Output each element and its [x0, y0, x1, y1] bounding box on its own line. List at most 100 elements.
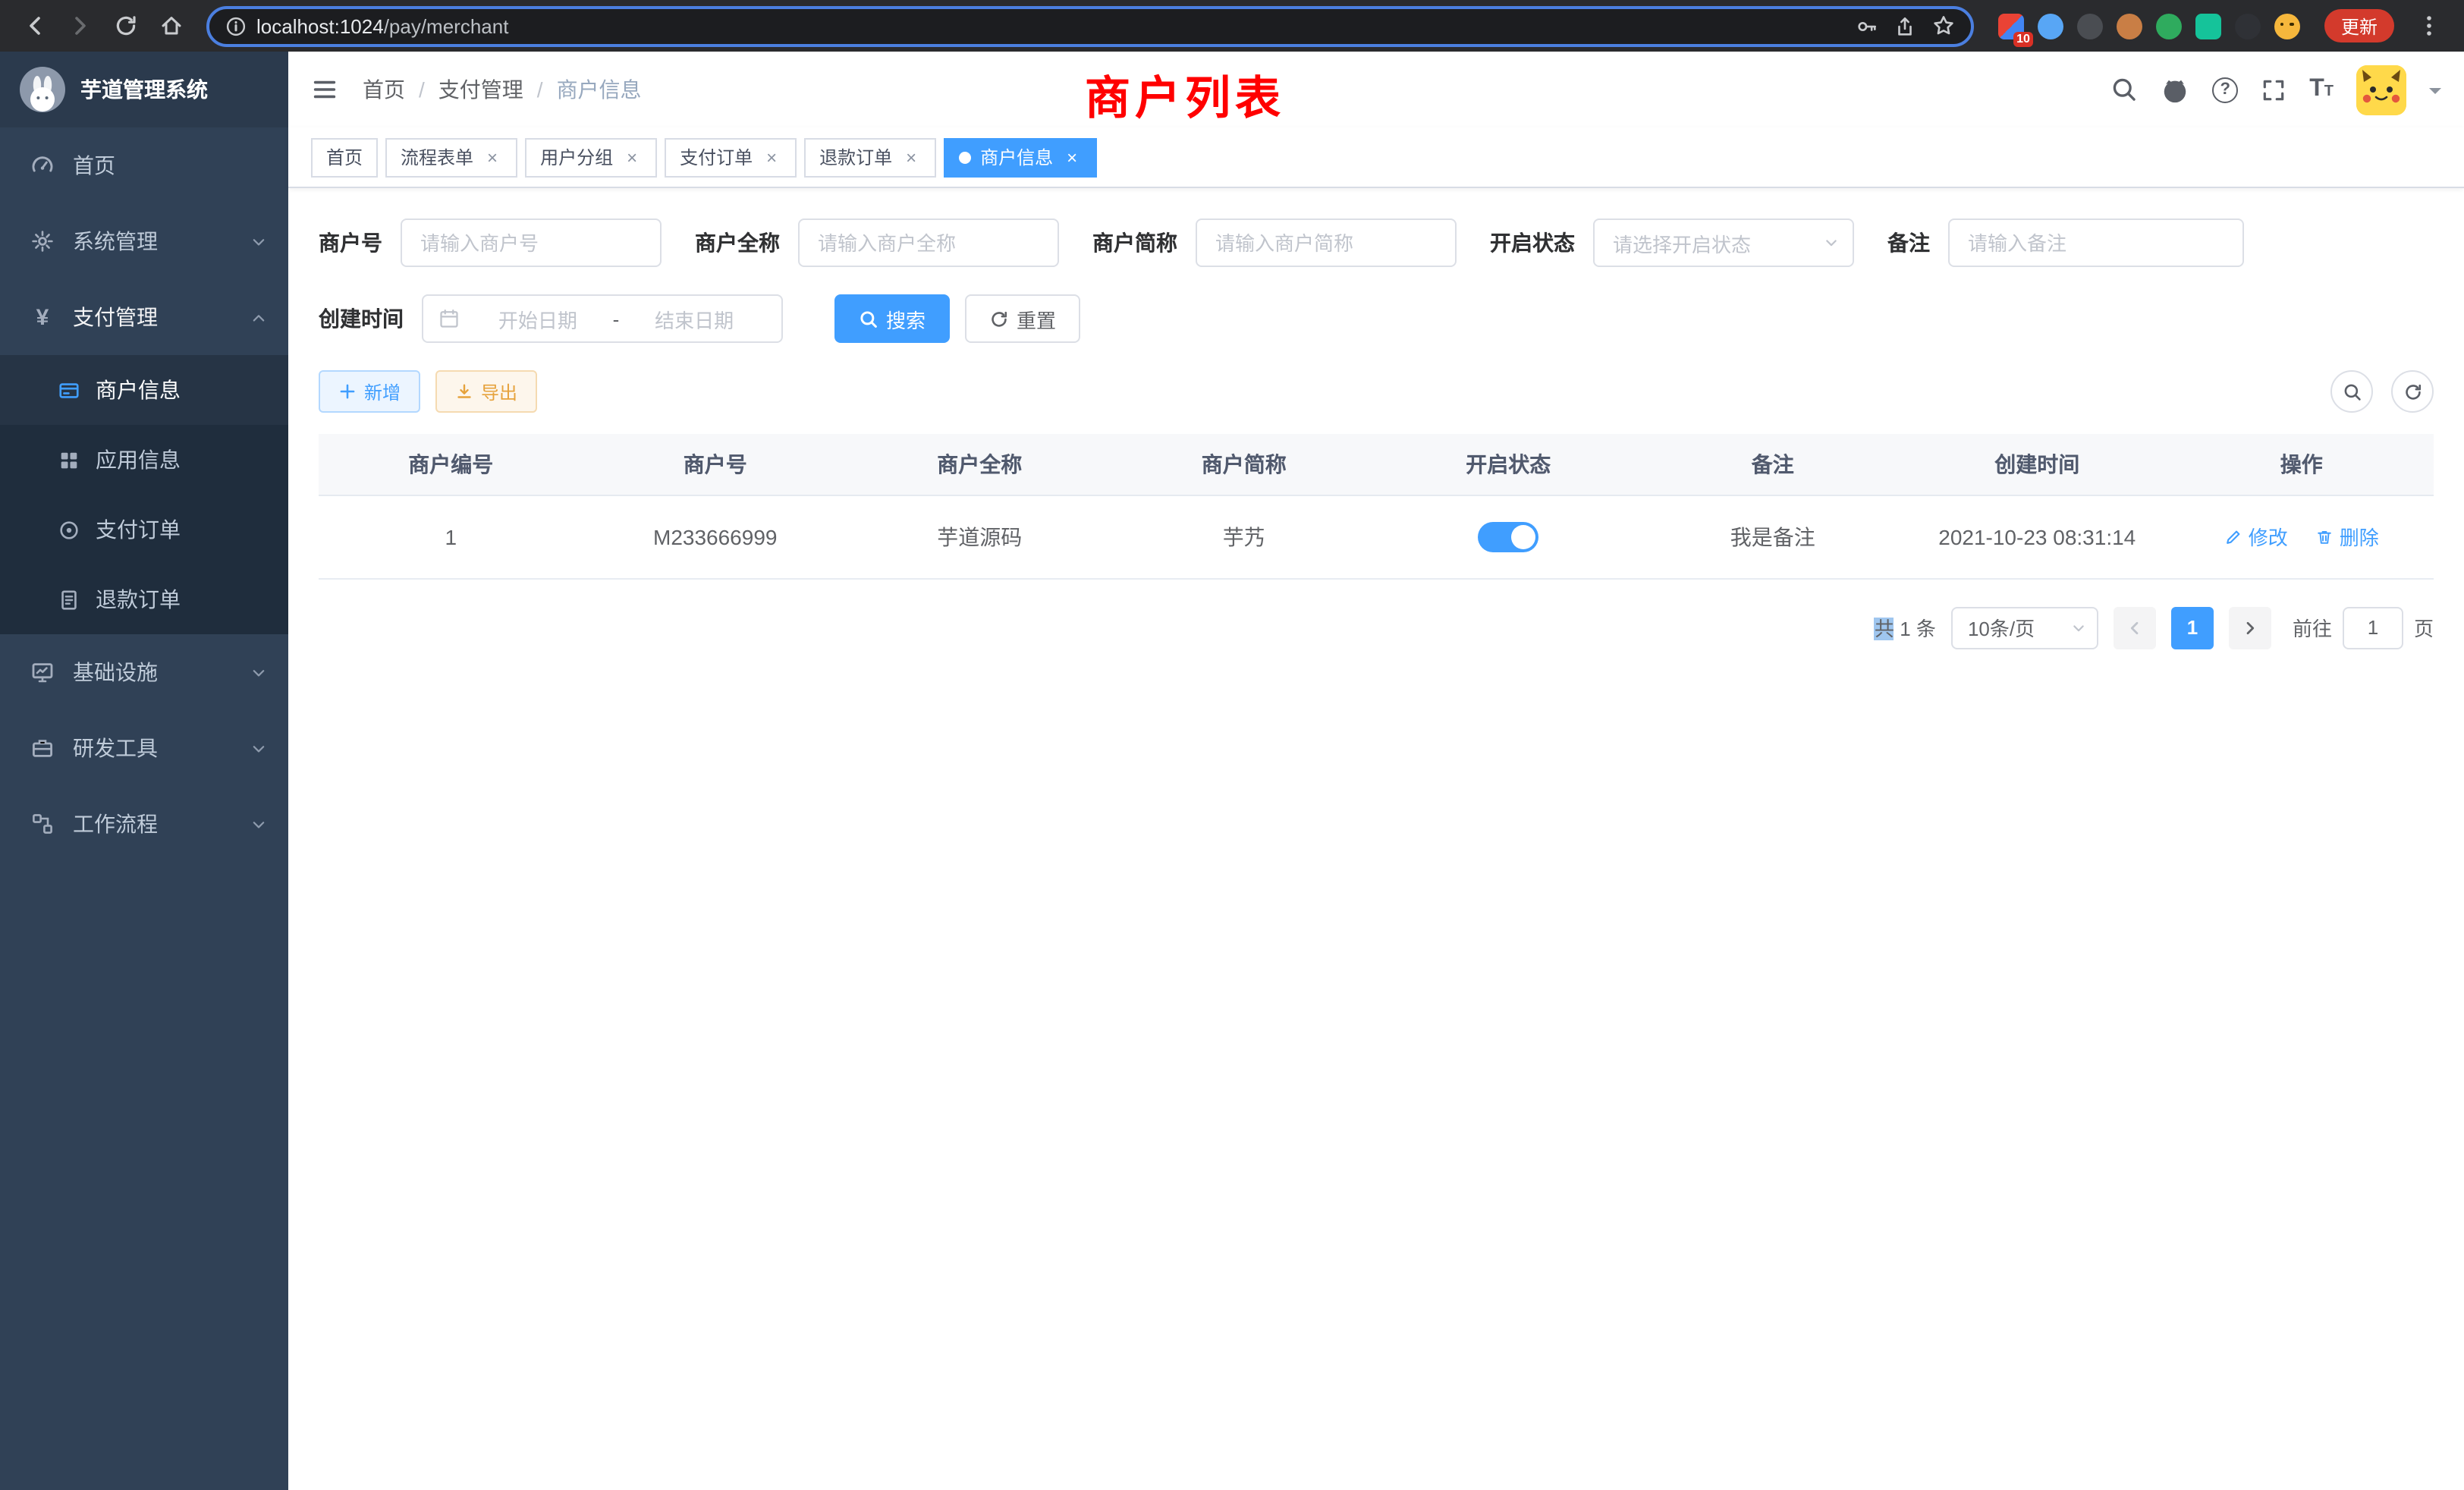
back-button[interactable] [15, 6, 55, 46]
short-name-label: 商户简称 [1092, 228, 1177, 258]
close-icon[interactable] [1062, 147, 1082, 167]
home-button[interactable] [152, 6, 191, 46]
user-avatar[interactable] [2356, 64, 2406, 115]
col-status: 开启状态 [1376, 434, 1641, 495]
toggle-search-button[interactable] [2330, 370, 2373, 413]
edit-link[interactable]: 修改 [2224, 522, 2288, 551]
tab-pay-order[interactable]: 支付订单 [665, 137, 797, 177]
gear-icon [29, 229, 56, 253]
sidebar-item-dev-tools[interactable]: 研发工具 [0, 710, 288, 786]
extension-puzzle-icon[interactable]: 10 [1998, 13, 2024, 39]
sidebar-item-infrastructure[interactable]: 基础设施 [0, 634, 288, 710]
top-navbar: 首页 / 支付管理 / 商户信息 [288, 52, 2464, 127]
extension-drop-icon[interactable] [2038, 13, 2063, 39]
close-icon[interactable] [762, 147, 781, 167]
avatar-dropdown-caret-icon[interactable] [2429, 88, 2441, 100]
status-select[interactable]: 请选择开启状态 [1593, 218, 1854, 267]
calendar-icon [438, 308, 460, 329]
sidebar-toggle-icon[interactable] [311, 76, 338, 103]
chevron-down-icon [250, 664, 267, 681]
page-size-select[interactable]: 10条/页 [1951, 606, 2098, 649]
tab-home[interactable]: 首页 [311, 137, 378, 177]
address-bar[interactable]: localhost:1024/pay/merchant [206, 5, 1974, 46]
status-toggle[interactable] [1478, 521, 1538, 552]
extension-square-icon[interactable] [2195, 13, 2221, 39]
sidebar-item-app-info[interactable]: 应用信息 [0, 425, 288, 495]
github-icon[interactable] [2161, 75, 2189, 104]
tab-refund-order[interactable]: 退款订单 [804, 137, 936, 177]
forward-button[interactable] [61, 6, 100, 46]
breadcrumb-home[interactable]: 首页 [363, 74, 405, 105]
dashboard-icon [29, 153, 56, 178]
merchant-card-icon [56, 379, 80, 401]
table-header-row: 商户编号 商户号 商户全称 商户简称 开启状态 备注 创建时间 操作 [319, 434, 2434, 495]
sidebar-item-label: 首页 [73, 150, 115, 181]
prev-page-button[interactable] [2114, 606, 2156, 649]
tab-merchant-info[interactable]: 商户信息 [944, 137, 1097, 177]
chevron-down-icon [1824, 235, 1839, 250]
yuan-icon [29, 306, 56, 328]
export-button[interactable]: 导出 [435, 370, 537, 413]
browser-menu-icon[interactable] [2409, 6, 2449, 46]
breadcrumb-payment[interactable]: 支付管理 [438, 74, 523, 105]
goto-label: 前往 [2293, 613, 2332, 642]
bookmark-star-icon[interactable] [1931, 14, 1956, 38]
reload-button[interactable] [106, 6, 146, 46]
start-date-placeholder: 开始日期 [466, 304, 610, 333]
sidebar-item-refund-order[interactable]: 退款订单 [0, 564, 288, 634]
close-icon[interactable] [901, 147, 921, 167]
close-icon[interactable] [622, 147, 642, 167]
sidebar-item-workflow[interactable]: 工作流程 [0, 786, 288, 862]
refresh-button[interactable] [2391, 370, 2434, 413]
close-icon[interactable] [482, 147, 502, 167]
grid-icon [56, 448, 80, 471]
page-number-1[interactable]: 1 [2171, 606, 2214, 649]
merchant-no-input[interactable] [401, 218, 662, 267]
update-button[interactable]: 更新 [2324, 9, 2394, 42]
delete-link[interactable]: 删除 [2315, 522, 2379, 551]
extension-badge: 10 [2013, 31, 2033, 46]
url-text: localhost:1024/pay/merchant [256, 14, 508, 37]
tab-user-group[interactable]: 用户分组 [525, 137, 657, 177]
help-icon[interactable] [2212, 77, 2238, 102]
browser-profile-avatar[interactable] [2274, 13, 2300, 39]
sidebar-item-label: 商户信息 [96, 375, 181, 405]
chevron-down-icon [2071, 620, 2086, 635]
sidebar-item-pay-order[interactable]: 支付订单 [0, 495, 288, 564]
table-row: 1 M233666999 芋道源码 芋艿 我是备注 2021-10-23 08:… [319, 495, 2434, 578]
extension-pin-icon[interactable] [2235, 13, 2261, 39]
share-icon[interactable] [1894, 14, 1916, 37]
app-title: 芋道管理系统 [80, 74, 208, 105]
password-key-icon[interactable] [1856, 14, 1878, 37]
sidebar: 芋道管理系统 首页 系统管理 支付管理 商户信息 [0, 52, 288, 1490]
full-name-input[interactable] [798, 218, 1059, 267]
create-time-range-picker[interactable]: 开始日期 - 结束日期 [422, 294, 783, 343]
extension-green-icon[interactable] [2156, 13, 2182, 39]
short-name-input[interactable] [1196, 218, 1457, 267]
cell-remark: 我是备注 [1641, 495, 1906, 578]
font-size-icon[interactable] [2309, 77, 2334, 102]
search-button[interactable]: 搜索 [834, 294, 950, 343]
col-remark: 备注 [1641, 434, 1906, 495]
sidebar-item-system[interactable]: 系统管理 [0, 203, 288, 279]
fullscreen-icon[interactable] [2261, 77, 2286, 102]
remark-input[interactable] [1948, 218, 2244, 267]
workflow-icon [29, 812, 56, 836]
site-info-icon[interactable] [225, 14, 247, 37]
sidebar-item-home[interactable]: 首页 [0, 127, 288, 203]
extension-avatar-icon[interactable] [2117, 13, 2142, 39]
app-logo[interactable]: 芋道管理系统 [0, 52, 288, 127]
search-icon[interactable] [2110, 76, 2138, 103]
cell-short-name: 芋艿 [1112, 495, 1377, 578]
sidebar-item-payment[interactable]: 支付管理 [0, 279, 288, 355]
next-page-button[interactable] [2229, 606, 2271, 649]
document-icon [56, 588, 80, 611]
extension-dark-icon[interactable] [2077, 13, 2103, 39]
add-button[interactable]: 新增 [319, 370, 420, 413]
cell-create-time: 2021-10-23 08:31:14 [1905, 495, 2170, 578]
sidebar-item-label: 工作流程 [73, 809, 158, 839]
goto-page-input[interactable] [2343, 606, 2403, 649]
tab-process-form[interactable]: 流程表单 [385, 137, 517, 177]
reset-button[interactable]: 重置 [965, 294, 1080, 343]
sidebar-item-merchant-info[interactable]: 商户信息 [0, 355, 288, 425]
